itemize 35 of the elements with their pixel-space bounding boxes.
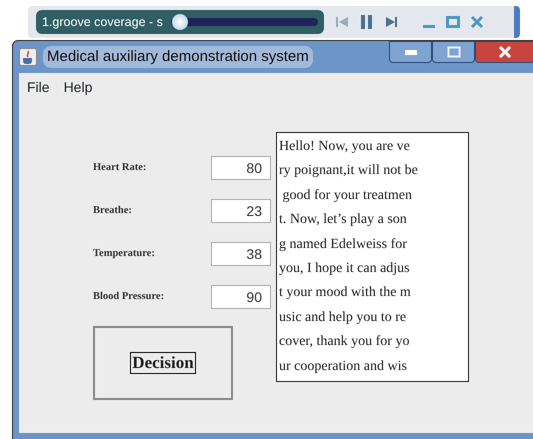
close-button[interactable]	[475, 41, 533, 63]
field-label: Breathe:	[93, 204, 133, 218]
input-field[interactable]: 23	[211, 198, 271, 222]
message-line: ry poignant,it will not be	[279, 162, 419, 180]
java-cup-icon	[19, 48, 37, 66]
input-field[interactable]: 90	[211, 284, 271, 308]
field-label: Temperature:	[93, 246, 156, 261]
message-line: g named Edelweiss for	[279, 236, 408, 254]
menu-item[interactable]: Help	[64, 77, 92, 98]
message-line: good for your treatmen	[282, 186, 413, 205]
message-line: Hello! Now, you are ve	[279, 138, 411, 156]
message-line: ur cooperation and wis	[279, 358, 408, 376]
field-label: Blood Pressure:	[93, 290, 166, 304]
close-icon[interactable]	[470, 15, 484, 29]
window-title: Medical auxiliary demonstration system	[43, 46, 313, 68]
maximize-button[interactable]	[432, 41, 475, 63]
close-icon	[498, 46, 512, 58]
next-icon[interactable]	[384, 15, 400, 29]
minimize-button[interactable]	[389, 41, 432, 63]
seek-thumb[interactable]	[172, 14, 188, 30]
menu-item[interactable]: File	[27, 77, 50, 98]
message-line: t your mood with the m	[279, 284, 412, 302]
decision-button[interactable]: Decision	[93, 326, 233, 400]
message-line: t. Now, let’s play a son	[279, 211, 408, 230]
maximize-icon	[446, 46, 460, 58]
message-line: cover, thank you for yo	[279, 333, 410, 352]
input-field[interactable]: 80	[211, 156, 271, 180]
message-line: you, I hope it can adjus	[279, 260, 411, 278]
pause-icon[interactable]	[360, 14, 374, 30]
minimize-icon	[404, 48, 418, 56]
field-label: Heart Rate:	[93, 160, 148, 175]
track-title: 1.groove coverage - s	[42, 14, 163, 31]
maximize-icon[interactable]	[446, 15, 460, 29]
message-line: usic and help you to re	[279, 308, 408, 327]
input-field[interactable]: 38	[211, 242, 271, 266]
